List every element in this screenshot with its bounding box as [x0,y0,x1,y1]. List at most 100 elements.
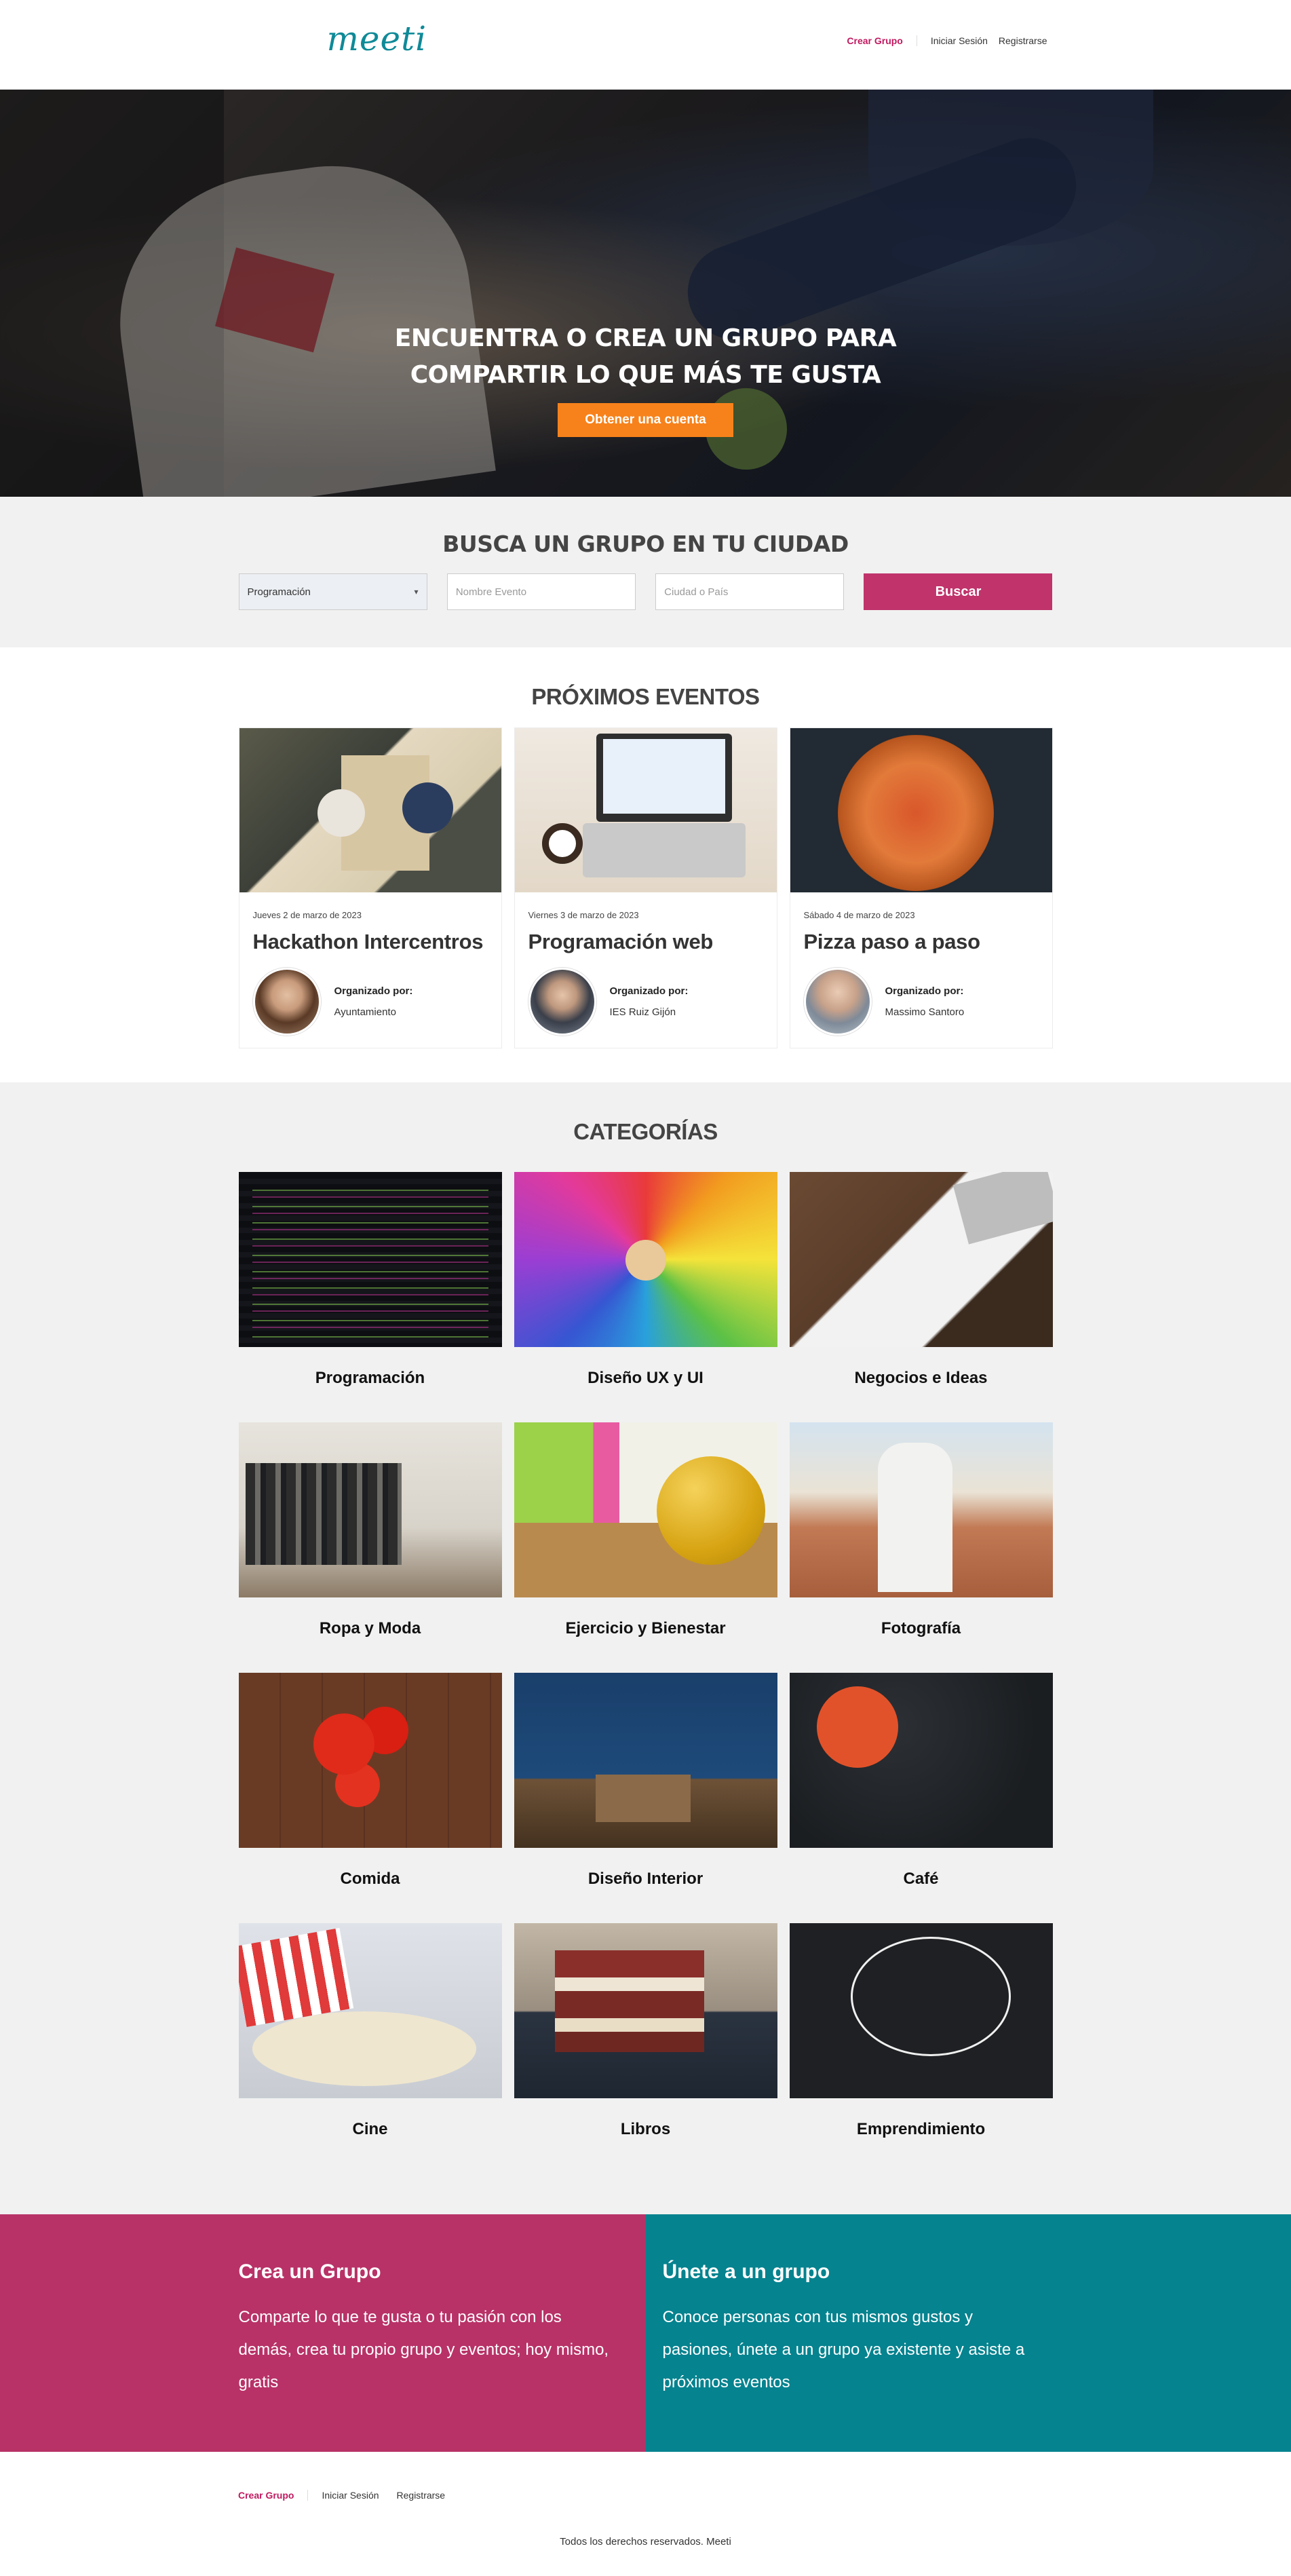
organizer-name: Massimo Santoro [885,1006,965,1018]
events-grid: Jueves 2 de marzo de 2023 Hackathon Inte… [239,727,1053,1048]
hero-content: Encuentra o crea un grupo para compartir… [0,320,1291,437]
categories-section: Categorías Programación Diseño UX y UI N… [0,1082,1291,2214]
event-date: Viernes 3 de marzo de 2023 [528,910,763,920]
category-label[interactable]: Negocios e Ideas [790,1369,1053,1388]
category-image[interactable] [239,1923,502,2098]
city-placeholder: Ciudad o País [664,586,728,598]
organizer-avatar [253,968,321,1036]
category-image[interactable] [514,1172,777,1347]
event-organizer: Organizado por: Massimo Santoro [804,968,1039,1036]
category-card-diseno-interior[interactable]: Diseño Interior [514,1673,777,1923]
event-date: Jueves 2 de marzo de 2023 [253,910,488,920]
event-organizer: Organizado por: IES Ruiz Gijón [528,968,763,1036]
search-form: Programación ▾ Nombre Evento Ciudad o Pa… [239,573,1053,610]
category-label[interactable]: Cine [239,2120,502,2139]
category-label[interactable]: Diseño UX y UI [514,1369,777,1388]
site-footer: Crear Grupo Iniciar Sesión Registrarse T… [0,2452,1291,2576]
category-card-cafe[interactable]: Café [790,1673,1053,1923]
create-group-text: Comparte lo que te gusta o tu pasión con… [239,2301,619,2399]
site-logo[interactable]: meeti [327,19,427,58]
event-image[interactable] [239,728,501,892]
categories-heading: Categorías [0,1119,1291,1145]
create-group-panel: Crea un Grupo Comparte lo que te gusta o… [0,2214,646,2452]
category-label[interactable]: Programación [239,1369,502,1388]
main-nav: Crear Grupo Iniciar Sesión Registrarse [841,35,1052,46]
category-label[interactable]: Libros [514,2120,777,2139]
city-input[interactable]: Ciudad o País [655,573,844,610]
create-group-title: Crea un Grupo [239,2260,619,2284]
hero-title: Encuentra o crea un grupo para compartir… [0,320,1291,394]
category-card-ejercicio[interactable]: Ejercicio y Bienestar [514,1422,777,1673]
event-organizer: Organizado por: Ayuntamiento [253,968,488,1036]
organizer-info: Organizado por: Massimo Santoro [885,985,965,1018]
category-card-comida[interactable]: Comida [239,1673,502,1923]
event-title[interactable]: Hackathon Intercentros [253,930,488,954]
copyright-text: Todos los derechos reservados. Meeti [0,2536,1291,2547]
category-label[interactable]: Ropa y Moda [239,1619,502,1638]
category-card-diseno-ux[interactable]: Diseño UX y UI [514,1172,777,1422]
chevron-down-icon: ▾ [414,587,418,596]
category-card-cine[interactable]: Cine [239,1923,502,2174]
event-card[interactable]: Jueves 2 de marzo de 2023 Hackathon Inte… [239,727,502,1048]
category-select[interactable]: Programación ▾ [239,573,427,610]
event-image[interactable] [515,728,777,892]
category-card-ropa[interactable]: Ropa y Moda [239,1422,502,1673]
organizer-avatar [804,968,872,1036]
category-image[interactable] [514,1923,777,2098]
organizer-name: Ayuntamiento [334,1006,413,1018]
category-card-fotografia[interactable]: Fotografía [790,1422,1053,1673]
search-button[interactable]: Buscar [864,573,1052,610]
event-card[interactable]: Sábado 4 de marzo de 2023 Pizza paso a p… [790,727,1053,1048]
category-label[interactable]: Café [790,1870,1053,1889]
categories-grid: Programación Diseño UX y UI Negocios e I… [239,1172,1053,2174]
event-body: Sábado 4 de marzo de 2023 Pizza paso a p… [790,892,1052,1036]
footer-login[interactable]: Iniciar Sesión [322,2490,385,2501]
category-image[interactable] [514,1673,777,1848]
category-card-programacion[interactable]: Programación [239,1172,502,1422]
nav-create-group[interactable]: Crear Grupo [841,35,917,46]
organizer-avatar [528,968,596,1036]
join-group-text: Conoce personas con tus mismos gustos y … [663,2301,1043,2399]
event-body: Viernes 3 de marzo de 2023 Programación … [515,892,777,1036]
event-name-placeholder: Nombre Evento [456,586,526,598]
category-image[interactable] [790,1673,1053,1848]
category-label[interactable]: Ejercicio y Bienestar [514,1619,777,1638]
category-label[interactable]: Fotografía [790,1619,1053,1638]
hero-photo-person-right [868,90,1153,246]
category-card-negocios[interactable]: Negocios e Ideas [790,1172,1053,1422]
category-image[interactable] [239,1422,502,1597]
category-label[interactable]: Emprendimiento [790,2120,1053,2139]
category-image[interactable] [790,1923,1053,2098]
footer-register[interactable]: Registrarse [397,2490,452,2501]
hero-photo-jeans [674,125,1090,354]
event-name-input[interactable]: Nombre Evento [447,573,636,610]
category-card-emprendimiento[interactable]: Emprendimiento [790,1923,1053,2174]
category-card-libros[interactable]: Libros [514,1923,777,2174]
category-image[interactable] [239,1673,502,1848]
search-section: Busca un grupo en tu ciudad Programación… [0,497,1291,647]
event-title[interactable]: Programación web [528,930,763,954]
event-image[interactable] [790,728,1052,892]
category-image[interactable] [514,1422,777,1597]
nav-login[interactable]: Iniciar Sesión [925,35,993,46]
category-label[interactable]: Comida [239,1870,502,1889]
events-heading: Próximos Eventos [0,684,1291,710]
site-header: meeti Crear Grupo Iniciar Sesión Registr… [0,0,1291,90]
hero-banner: Encuentra o crea un grupo para compartir… [0,90,1291,497]
get-account-button[interactable]: Obtener una cuenta [558,403,733,437]
event-image-screen [603,739,725,814]
organizer-info: Organizado por: Ayuntamiento [334,985,413,1018]
event-image-person [317,789,365,837]
call-to-action-section: Crea un Grupo Comparte lo que te gusta o… [0,2214,1291,2452]
nav-register[interactable]: Registrarse [993,35,1053,46]
hero-title-line1: Encuentra o crea un grupo para [395,324,896,352]
event-card[interactable]: Viernes 3 de marzo de 2023 Programación … [514,727,777,1048]
organizer-label: Organizado por: [885,985,965,997]
category-image[interactable] [790,1172,1053,1347]
category-label[interactable]: Diseño Interior [514,1870,777,1889]
footer-create-group[interactable]: Crear Grupo [238,2490,308,2501]
category-image[interactable] [239,1172,502,1347]
event-title[interactable]: Pizza paso a paso [804,930,1039,954]
category-image[interactable] [790,1422,1053,1597]
category-select-value: Programación [248,586,311,598]
